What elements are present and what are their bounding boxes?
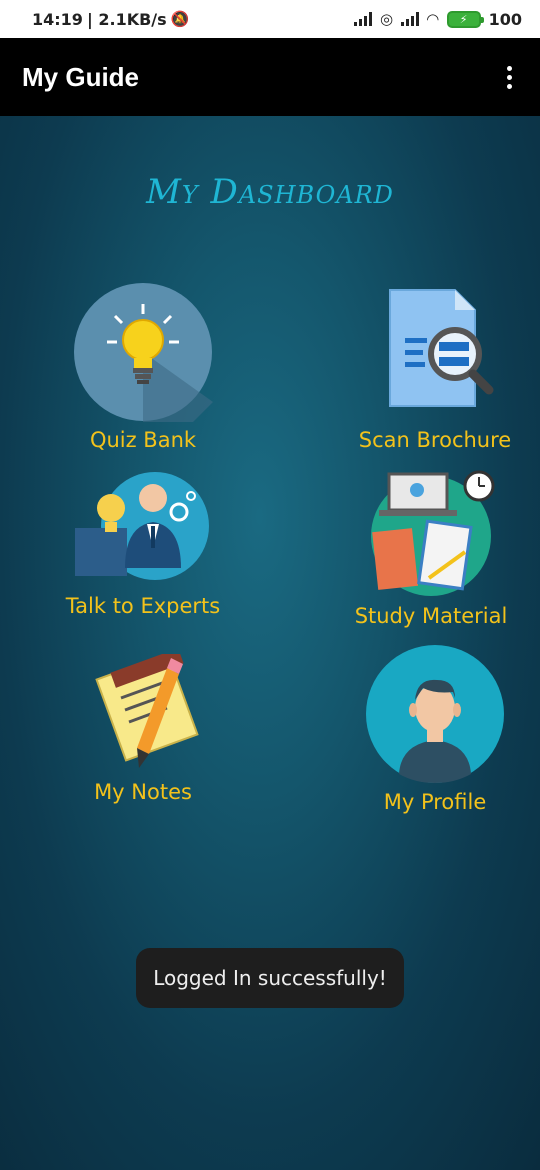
dashboard-title: My Dashboard	[146, 172, 394, 212]
tile-label: Study Material	[354, 604, 508, 628]
battery-percent: 100	[488, 9, 522, 29]
battery-icon: ⚡	[446, 10, 484, 28]
profile-avatar-icon	[366, 645, 504, 783]
notes-pencil-icon	[95, 654, 199, 768]
toast-message: Logged In successfully!	[136, 948, 404, 1008]
status-right: ◎ ◠ ⚡ 100	[353, 9, 522, 29]
tile-my-profile[interactable]: My Profile	[320, 644, 540, 814]
status-time: 14:19	[32, 9, 83, 29]
status-bar: 14:19 | 2.1KB/s 🔕 ◎ ◠ ⚡ 100	[0, 0, 540, 38]
tile-label: Quiz Bank	[89, 428, 197, 452]
tile-label: Talk to Experts	[65, 594, 221, 618]
app-title: My Guide	[22, 61, 140, 92]
study-material-icon	[371, 470, 495, 596]
tile-label: My Profile	[383, 790, 487, 814]
tile-label: My Notes	[94, 780, 192, 804]
tile-my-notes[interactable]: My Notes	[28, 654, 258, 804]
overflow-menu-icon[interactable]	[501, 60, 518, 95]
dashboard-area: My Dashboard Quiz Bank Scan Brochure Tal…	[0, 116, 540, 1170]
status-net-speed: | 2.1KB/s	[86, 9, 167, 29]
wifi-icon: ◠	[427, 10, 439, 28]
signal-icon	[353, 12, 372, 26]
alarm-off-icon: 🔕	[170, 10, 190, 28]
status-left: 14:19 | 2.1KB/s 🔕	[32, 10, 189, 29]
wifi-calling-icon: ◎	[379, 10, 394, 28]
expert-icon	[75, 472, 209, 580]
app-bar: My Guide	[0, 38, 540, 116]
tile-quiz-bank[interactable]: Quiz Bank	[28, 282, 258, 452]
tile-label: Scan Brochure	[358, 428, 512, 452]
lightbulb-icon	[74, 283, 213, 422]
tile-scan-brochure[interactable]: Scan Brochure	[320, 282, 540, 452]
tile-talk-to-experts[interactable]: Talk to Experts	[28, 468, 258, 618]
document-search-icon	[389, 289, 494, 407]
tile-study-material[interactable]: Study Material	[316, 468, 540, 628]
signal-icon-2	[401, 12, 420, 26]
